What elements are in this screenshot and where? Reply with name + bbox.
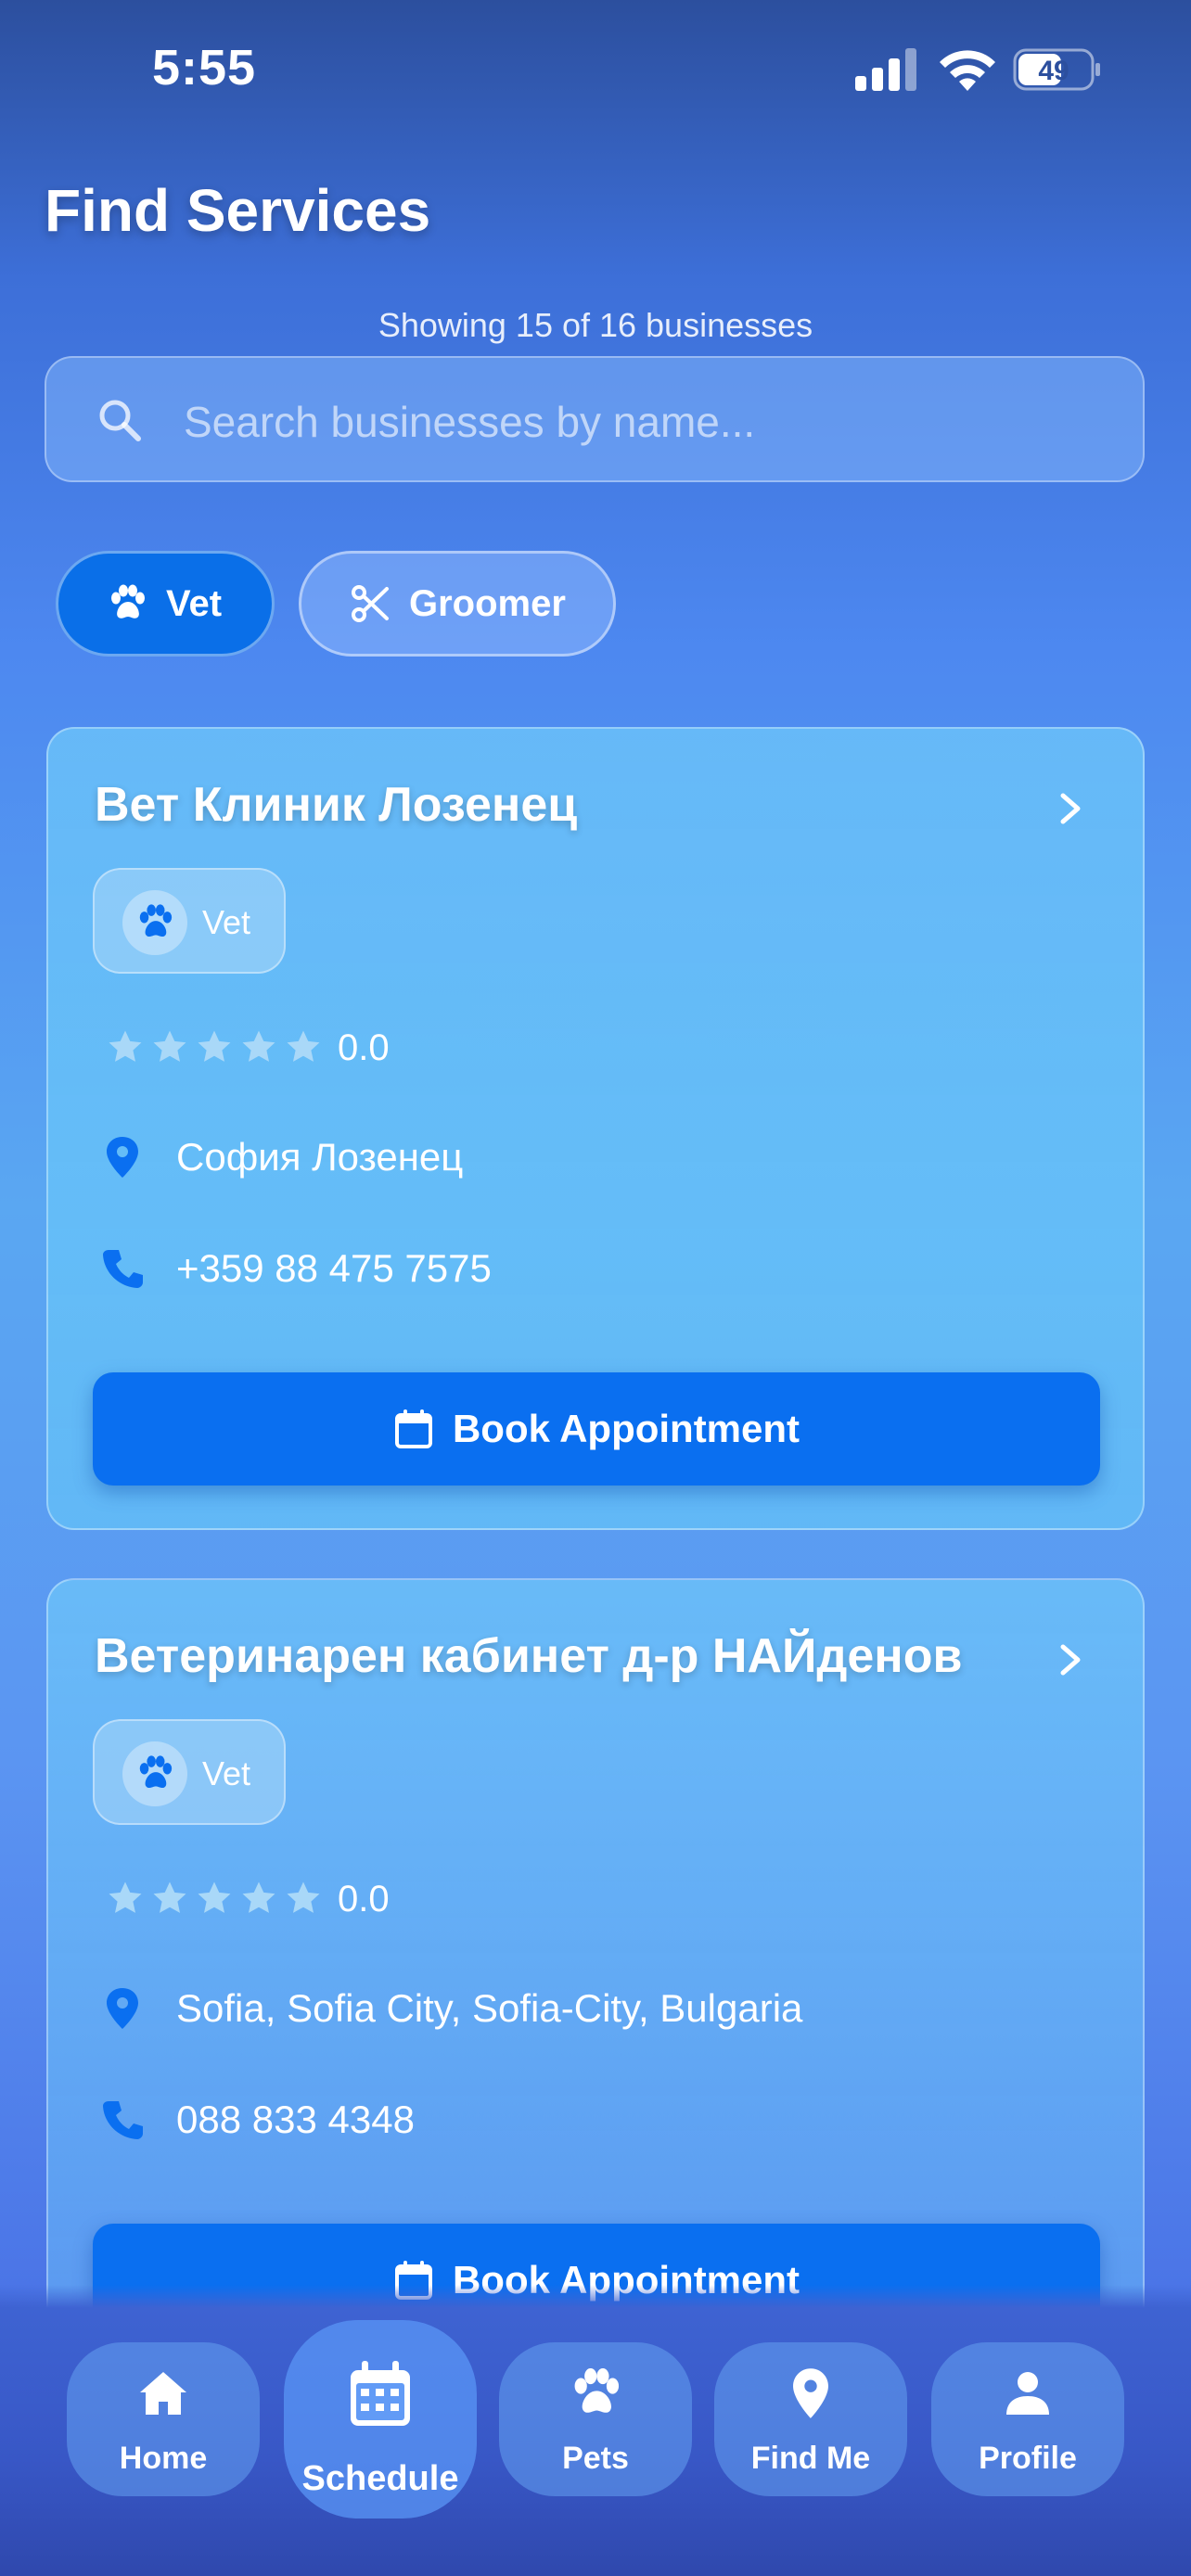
location-pin-icon	[107, 1137, 138, 1178]
paw-icon	[111, 584, 145, 618]
rating-value: 0.0	[338, 1879, 390, 1919]
filter-chip-label: Groomer	[409, 582, 566, 624]
chevron-right-icon[interactable]	[1056, 790, 1085, 827]
paw-icon	[139, 1755, 173, 1789]
nav-pets[interactable]: Pets	[499, 2342, 692, 2496]
rating-stars	[106, 1027, 323, 1066]
filter-chip-label: Vet	[166, 582, 223, 624]
phone-icon	[103, 1250, 143, 1288]
phone-text[interactable]: +359 88 475 7575	[176, 1246, 492, 1291]
category-label: Vet	[202, 903, 251, 941]
business-name: Ветеринарен кабинет д-р НАЙденов	[95, 1629, 963, 1683]
star-empty-icon	[287, 1881, 320, 1913]
calendar-icon	[394, 1409, 432, 1448]
nav-find-me[interactable]: Find Me	[714, 2342, 907, 2496]
star-empty-icon	[153, 1881, 186, 1913]
nav-label: Schedule	[301, 2459, 459, 2498]
scissors-icon	[352, 585, 389, 622]
nav-home[interactable]: Home	[67, 2342, 260, 2496]
location-pin-icon	[107, 1988, 138, 2029]
rating-value: 0.0	[338, 1027, 390, 1068]
status-bar: 5:55 49	[0, 0, 1191, 139]
star-empty-icon	[198, 1881, 231, 1913]
paw-icon	[139, 904, 173, 937]
chevron-right-icon[interactable]	[1056, 1641, 1085, 1678]
rating-stars	[106, 1879, 323, 1918]
page-title: Find Services	[45, 177, 431, 244]
person-icon	[1006, 2372, 1049, 2415]
star-empty-icon	[198, 1030, 231, 1062]
search-bar[interactable]	[45, 356, 1145, 482]
location-text: София Лозенец	[176, 1135, 464, 1179]
cellular-signal-icon	[855, 48, 916, 91]
book-appointment-label: Book Appointment	[452, 1407, 800, 1450]
business-name: Вет Клиник Лозенец	[95, 778, 578, 832]
home-icon	[140, 2372, 186, 2415]
battery-level: 49	[1038, 56, 1069, 86]
phone-text[interactable]: 088 833 4348	[176, 2098, 415, 2142]
category-label: Vet	[202, 1754, 251, 1792]
nav-label: Profile	[979, 2441, 1077, 2476]
paw-icon	[574, 2367, 620, 2413]
business-phone[interactable]: +359 88 475 7575	[98, 1244, 492, 1293]
star-empty-icon	[242, 1881, 275, 1913]
nav-schedule[interactable]: Schedule	[284, 2320, 477, 2519]
battery-icon: 49	[1013, 48, 1100, 91]
star-empty-icon	[153, 1030, 186, 1062]
filter-chip-groomer[interactable]: Groomer	[299, 551, 616, 657]
business-phone[interactable]: 088 833 4348	[98, 2096, 415, 2144]
filter-chip-vet[interactable]: Vet	[56, 551, 275, 657]
results-count: Showing 15 of 16 businesses	[378, 306, 813, 344]
book-appointment-button[interactable]: Book Appointment	[93, 1372, 1100, 1486]
location-pin-icon	[793, 2368, 828, 2418]
nav-label: Find Me	[750, 2441, 871, 2476]
nav-label: Pets	[562, 2441, 629, 2476]
category-badge: Vet	[93, 868, 286, 974]
star-empty-icon	[109, 1881, 142, 1913]
star-empty-icon	[109, 1030, 142, 1062]
category-badge: Vet	[93, 1719, 286, 1825]
phone-icon	[103, 2101, 143, 2139]
wifi-icon	[940, 50, 995, 91]
calendar-icon	[351, 2361, 410, 2426]
nav-profile[interactable]: Profile	[931, 2342, 1124, 2496]
status-time: 5:55	[152, 40, 257, 96]
star-empty-icon	[242, 1030, 275, 1062]
search-input[interactable]	[182, 384, 1113, 460]
business-location: Sofia, Sofia City, Sofia-City, Bulgaria	[98, 1984, 802, 2033]
business-location: София Лозенец	[98, 1133, 463, 1181]
nav-label: Home	[119, 2441, 208, 2476]
business-card[interactable]: Вет Клиник Лозенец Vet 0.0 София Лозенец…	[46, 727, 1145, 1530]
location-text: Sofia, Sofia City, Sofia-City, Bulgaria	[176, 1986, 803, 2030]
search-icon	[99, 400, 141, 441]
star-empty-icon	[287, 1030, 320, 1062]
